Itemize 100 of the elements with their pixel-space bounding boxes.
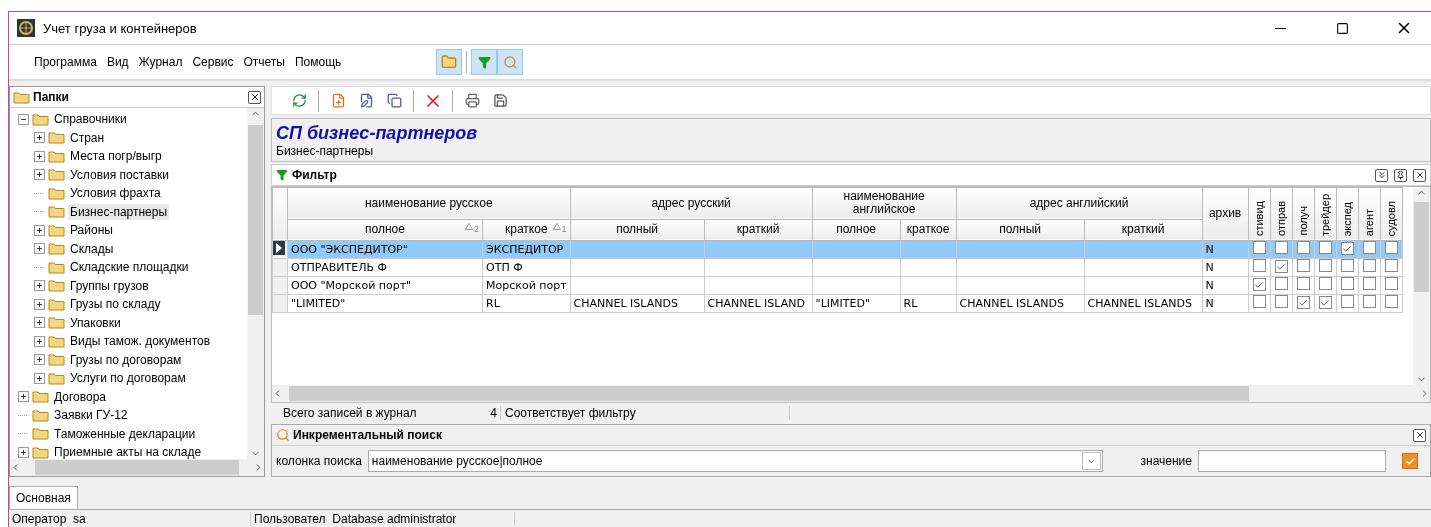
checkbox[interactable] <box>1384 277 1398 291</box>
collapse-icon[interactable] <box>18 113 29 125</box>
checkbox[interactable] <box>1296 259 1310 273</box>
menu-item[interactable]: Сервис <box>187 53 239 71</box>
pin-button[interactable] <box>1394 168 1407 182</box>
column-header[interactable]: стивид <box>1248 187 1271 241</box>
sort-order: 2 <box>474 222 479 236</box>
tree-item[interactable]: Приемные акты на складе <box>52 444 204 459</box>
expand-icon[interactable] <box>34 298 45 310</box>
tree-item[interactable]: Складские площадки <box>68 259 191 276</box>
close-button[interactable] <box>1413 428 1426 442</box>
expand-icon[interactable] <box>34 243 45 255</box>
checkbox[interactable] <box>1402 453 1418 469</box>
checkbox[interactable] <box>1340 277 1354 291</box>
expand-icon[interactable] <box>34 354 45 366</box>
expand-icon[interactable] <box>34 169 45 181</box>
value-field[interactable] <box>1198 450 1386 472</box>
column-header[interactable]: судовл <box>1380 187 1403 241</box>
checkbox[interactable] <box>1384 259 1398 273</box>
tree-item[interactable]: Грузы по договорам <box>68 351 184 368</box>
checkbox[interactable] <box>1296 241 1310 255</box>
expand-icon[interactable] <box>18 446 29 458</box>
checkbox[interactable] <box>1318 241 1332 255</box>
journal-subtitle: Бизнес-партнеры <box>276 144 375 159</box>
tree-item[interactable]: Услуги по договорам <box>68 370 188 387</box>
checkbox[interactable] <box>1384 241 1398 255</box>
checkbox[interactable] <box>1296 296 1310 310</box>
column-header[interactable]: трейдер <box>1314 187 1337 241</box>
expand-icon[interactable] <box>34 335 45 347</box>
tree-item[interactable]: Грузы по складу <box>68 296 163 313</box>
menu-item[interactable]: Программа <box>29 53 102 71</box>
checkbox[interactable] <box>1318 259 1332 273</box>
checkbox[interactable] <box>1340 259 1354 273</box>
tree-item[interactable]: Справочники <box>52 111 129 128</box>
tree-item[interactable]: Виды тамож. документов <box>68 333 213 350</box>
tree-item[interactable]: Склады <box>68 240 116 257</box>
checkbox[interactable] <box>1274 260 1288 274</box>
expand-icon[interactable] <box>34 372 45 384</box>
checkbox[interactable] <box>1252 259 1266 273</box>
checkbox[interactable] <box>1252 295 1266 309</box>
tree-item[interactable]: Места погр/выгр <box>68 148 164 165</box>
edit-icon <box>358 93 374 109</box>
filter-button[interactable] <box>471 49 498 75</box>
expand-icon[interactable] <box>34 280 45 292</box>
close-button[interactable] <box>248 90 261 104</box>
expand-icon[interactable] <box>34 150 45 162</box>
pin-icon <box>1396 170 1405 180</box>
menu-item[interactable]: Помощь <box>289 53 347 71</box>
folder-icon <box>48 223 65 237</box>
checkbox[interactable] <box>1296 277 1310 291</box>
scrollbar[interactable] <box>1413 186 1430 385</box>
printer-icon <box>464 93 480 109</box>
checkbox[interactable] <box>1362 277 1376 291</box>
checkbox[interactable] <box>1362 241 1376 255</box>
folders-button[interactable] <box>436 49 463 75</box>
value-label: значение <box>1140 454 1192 468</box>
checkbox[interactable] <box>1274 277 1288 291</box>
checkbox[interactable] <box>1274 241 1288 255</box>
checkbox[interactable] <box>1384 295 1398 309</box>
tree-item[interactable]: Условия фрахта <box>68 185 163 202</box>
checkbox[interactable] <box>1340 242 1354 256</box>
expand-icon[interactable] <box>34 317 45 329</box>
expand-icon[interactable] <box>34 132 45 144</box>
scrollbar[interactable] <box>247 108 264 459</box>
tab[interactable]: Основная <box>9 486 78 509</box>
tree-item[interactable]: Группы грузов <box>68 277 151 294</box>
checkbox[interactable] <box>1252 241 1266 255</box>
checkbox[interactable] <box>1362 259 1376 273</box>
tree-item[interactable]: Бизнес-партнеры <box>68 203 170 220</box>
column-header[interactable]: экспед <box>1336 187 1359 241</box>
column-header[interactable]: архив <box>1202 187 1249 241</box>
folder-icon <box>48 371 65 385</box>
collapse-button[interactable] <box>1375 168 1388 182</box>
search-column-dropdown[interactable]: наименование русское|полное <box>367 450 1103 472</box>
menu-item[interactable]: Вид <box>101 53 134 71</box>
checkbox[interactable] <box>1318 296 1332 310</box>
tree-item[interactable]: Условия поставки <box>68 166 172 183</box>
scrollbar[interactable] <box>272 384 1430 402</box>
checkbox[interactable] <box>1252 278 1266 292</box>
menu-item[interactable]: Журнал <box>133 53 188 71</box>
close-button[interactable] <box>1413 168 1426 182</box>
tree-item[interactable]: Стран <box>68 129 107 146</box>
checkbox[interactable] <box>1362 295 1376 309</box>
tree-item[interactable]: Заявки ГУ-12 <box>52 407 130 424</box>
checkbox[interactable] <box>1340 295 1354 309</box>
tree-item[interactable]: Таможенные декларации <box>52 425 198 442</box>
tree-item[interactable]: Районы <box>68 222 115 239</box>
column-header[interactable]: агент <box>1358 187 1381 241</box>
menu-item[interactable]: Отчеты <box>238 53 290 71</box>
expand-icon[interactable] <box>34 224 45 236</box>
scrollbar[interactable] <box>10 459 264 476</box>
checkbox[interactable] <box>1318 277 1332 291</box>
column-header[interactable]: получ <box>1292 187 1315 241</box>
tree-item[interactable]: Упаковки <box>68 314 123 331</box>
search-button[interactable] <box>497 49 524 75</box>
tree-item[interactable]: Договора <box>52 388 108 405</box>
checkbox[interactable] <box>1274 295 1288 309</box>
expand-icon[interactable] <box>18 391 29 403</box>
column-header[interactable]: отправ <box>1270 187 1293 241</box>
maximize-icon <box>1335 21 1349 35</box>
